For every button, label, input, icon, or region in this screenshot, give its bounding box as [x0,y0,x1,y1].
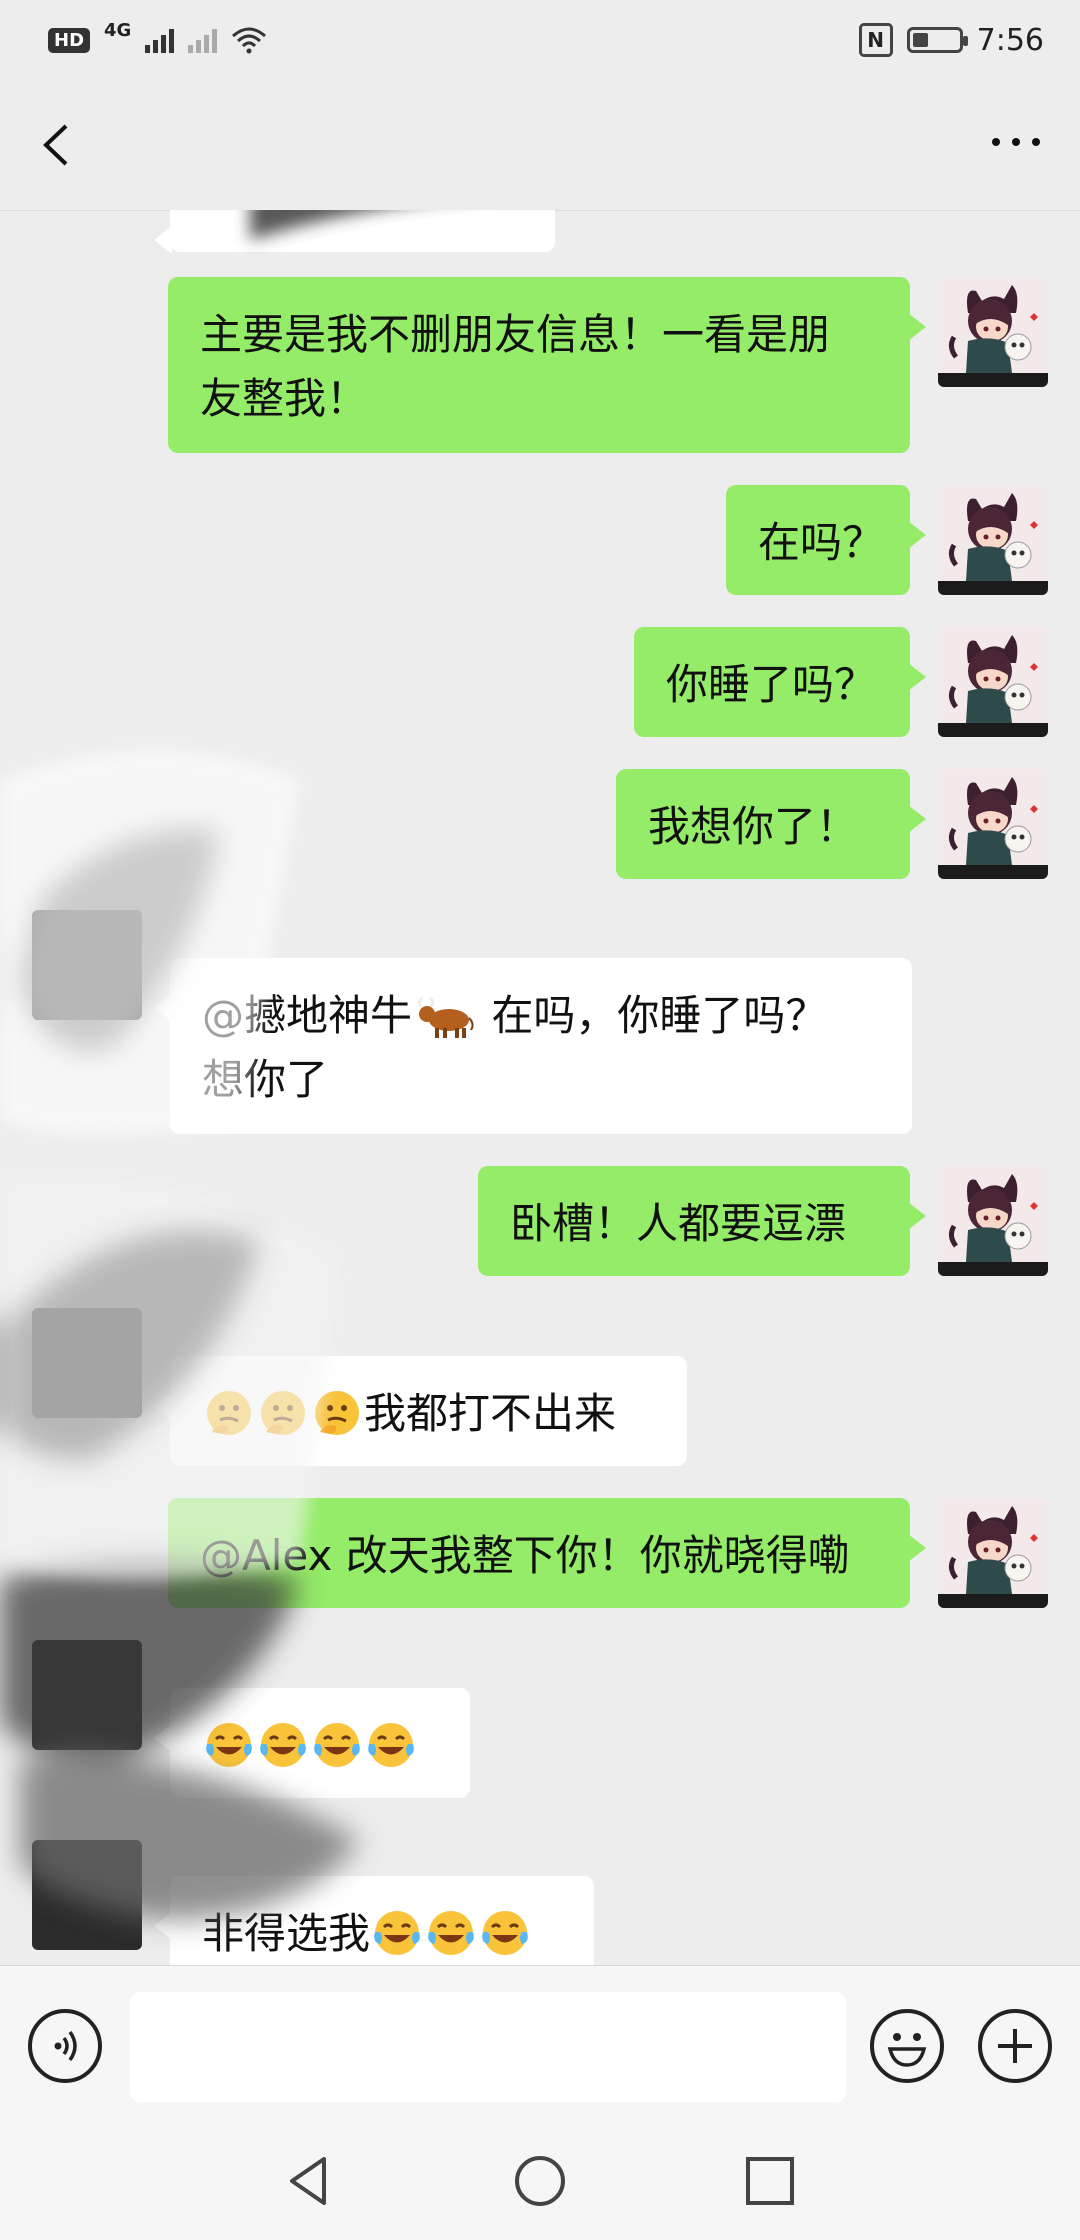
message-text: 卧槽！人都要逗漂 [510,1199,847,1248]
message-text: 在吗？ [758,518,885,567]
crying-laughing-emoji-icon [426,1908,476,1958]
message-bubble[interactable]: 你睡了吗？ [634,627,926,737]
status-left: HD 4G [48,20,267,54]
chat-header [0,80,1080,211]
my-avatar[interactable] [938,1498,1048,1608]
emoji-icon[interactable] [870,2009,944,2083]
crying-laughing-emoji-icon [366,1720,416,1770]
my-avatar[interactable] [938,485,1048,595]
nfc-icon: N [858,23,893,57]
nav-home-icon[interactable] [512,2153,568,2209]
message-bubble[interactable]: @Alex 改天我整下你！你就晓得嘞 [168,1498,926,1608]
input-bar [0,1965,1080,2126]
contact-avatar[interactable] [32,910,142,1020]
thinking-emoji-icon [312,1388,362,1438]
contact-avatar[interactable] [32,1640,142,1750]
message-bubble[interactable]: 卧槽！人都要逗漂 [478,1166,926,1276]
contact-avatar[interactable] [32,1308,142,1418]
crying-laughing-emoji-icon [258,1720,308,1770]
my-avatar[interactable] [938,277,1048,387]
clock: 7:56 [976,22,1044,58]
crying-laughing-emoji-icon [480,1908,530,1958]
crying-laughing-emoji-icon [312,1720,362,1770]
message-bubble[interactable]: 我想你了！ [616,769,926,879]
plus-icon[interactable] [978,2009,1052,2083]
my-avatar[interactable] [938,1166,1048,1276]
message-input[interactable] [130,1992,846,2102]
message-line: @撼地神牛 在吗，你睡了吗？ [202,984,880,1048]
message-text: 你睡了吗？ [666,660,877,709]
mention[interactable]: @撼地神牛 [202,991,412,1040]
message-text: 我都打不出来 [364,1389,617,1438]
status-right: N 7:56 [858,22,1044,58]
status-bar: HD 4G N 7:56 [0,0,1080,80]
thinking-emoji-icon [204,1388,254,1438]
my-avatar[interactable] [938,769,1048,879]
battery-icon [906,27,968,53]
message-list[interactable]: 主要是我不删朋友信息！一看是朋 友整我！ 在吗？ 你睡了吗？ 我想你了！ @撼地… [0,210,1080,1965]
message-text: @Alex 改天我整下你！你就晓得嘞 [200,1531,850,1580]
back-arrow-icon[interactable] [34,120,84,170]
message-text: 在吗，你睡了吗？ [478,991,828,1040]
message-text: 主要是我不删朋友信息！一看是朋 [200,310,831,359]
crying-laughing-emoji-icon [372,1908,422,1958]
message-bubble[interactable] [154,1688,470,1798]
more-options-icon[interactable] [986,122,1046,162]
message-bubble-partial[interactable] [154,210,555,254]
message-text: 我想你了！ [648,802,859,851]
nav-back-icon[interactable] [282,2153,338,2209]
wifi-icon [232,27,267,54]
message-bubble[interactable]: 非得选我 [154,1876,594,1965]
network-type: 4G [104,19,132,41]
message-text: 友整我！ [200,374,369,423]
signal-icon [145,27,175,53]
message-text: 想你了 [202,1055,329,1104]
message-bubble[interactable]: 在吗？ [726,485,926,595]
message-bubble[interactable]: @撼地神牛 在吗，你睡了吗？ 想你了 [154,958,912,1134]
voice-icon[interactable] [28,2009,102,2083]
signal-secondary-icon [188,27,218,53]
message-bubble[interactable]: 我都打不出来 [154,1356,687,1466]
hd-icon: HD [48,27,91,53]
crying-laughing-emoji-icon [204,1720,254,1770]
system-navigation-bar [0,2125,1080,2240]
my-avatar[interactable] [938,627,1048,737]
message-text: 非得选我 [202,1909,371,1958]
ox-emoji-icon [414,990,476,1040]
message-bubble[interactable]: 主要是我不删朋友信息！一看是朋 友整我！ [168,277,926,453]
nav-recent-apps-icon[interactable] [742,2153,798,2209]
thinking-emoji-icon [258,1388,308,1438]
contact-avatar[interactable] [32,1840,142,1950]
